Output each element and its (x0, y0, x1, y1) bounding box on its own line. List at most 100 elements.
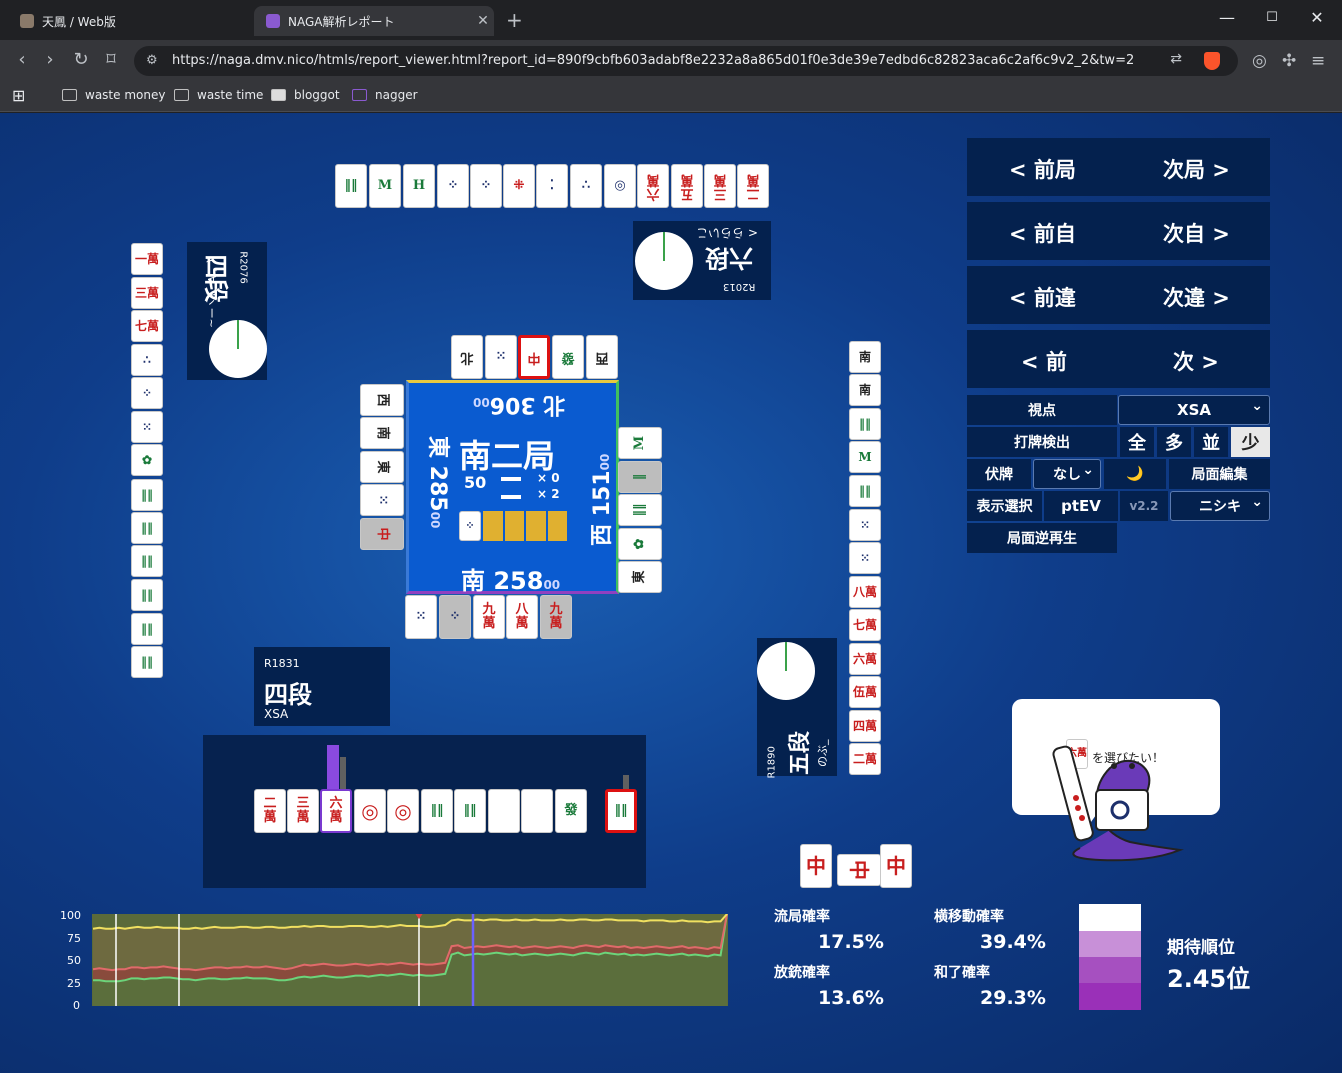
fusei-select[interactable]: なし (1033, 459, 1101, 489)
tile: ⁙ (360, 484, 404, 516)
next-round-button[interactable]: 次局 > (1163, 154, 1230, 184)
dora-indicator-tile: ⁘ (459, 511, 481, 541)
ptev-button[interactable]: ptEV (1044, 491, 1118, 521)
detect-normal-button[interactable]: 並 (1194, 427, 1228, 457)
wall-tile (547, 511, 567, 541)
rank-bar (1079, 957, 1141, 983)
reverse-play-button[interactable]: 局面逆再生 (967, 523, 1117, 553)
self-nav: < 前自 次自 > (967, 202, 1270, 260)
prev-self-button[interactable]: < 前自 (1009, 218, 1076, 248)
rank-distribution (1079, 904, 1141, 1010)
tenhou-favicon-icon (20, 14, 34, 28)
hand-tile[interactable]: ◎ (387, 789, 419, 833)
round-nav: < 前局 次局 > (967, 138, 1270, 196)
minimize-icon[interactable]: — (1212, 8, 1242, 27)
detect-all-button[interactable]: 全 (1120, 427, 1154, 457)
new-tab-button[interactable]: + (506, 8, 523, 32)
bookmark-waste-time[interactable]: waste time (174, 88, 263, 102)
close-window-icon[interactable]: ✕ (1302, 8, 1332, 27)
bloggot-icon (271, 89, 286, 101)
hand-tile[interactable]: 發 (555, 789, 587, 833)
tab-title: NAGA解析レポート (288, 14, 395, 29)
tile: 南 (849, 374, 881, 406)
tile: ✿ (131, 444, 163, 476)
url-text[interactable]: https://naga.dmv.nico/htmls/report_viewe… (172, 53, 1134, 68)
detect-many-button[interactable]: 多 (1157, 427, 1191, 457)
tile: ‖‖ (131, 613, 163, 645)
forward-icon[interactable]: › (38, 49, 62, 70)
brave-shield-icon[interactable] (1204, 52, 1220, 70)
drawn-tile[interactable]: ‖‖ (605, 789, 637, 833)
tile: ‖‖ (131, 579, 163, 611)
tile: 八萬 (849, 576, 881, 608)
naga-icon (352, 89, 367, 101)
hand-tile[interactable]: ‖‖ (454, 789, 486, 833)
prev-button[interactable]: < 前 (1021, 346, 1067, 376)
center-info-panel: 北 30600 南二局 50 × 0 × 2 ⁘ 南 25800 東 28500… (406, 380, 619, 595)
tile: ⁘ (470, 164, 502, 208)
top-player-pie (635, 232, 693, 290)
translate-icon[interactable]: ⇄ (1170, 51, 1182, 67)
bookmark-nagger[interactable]: nagger (352, 88, 418, 102)
next-self-button[interactable]: 次自 > (1163, 218, 1230, 248)
tile: ⁙ (849, 509, 881, 541)
viewpoint-select[interactable]: XSA (1118, 395, 1270, 425)
back-icon[interactable]: ‹ (10, 49, 34, 70)
tile: 伍萬 (849, 676, 881, 708)
player-rating: R2076 (237, 251, 249, 284)
close-tab-icon[interactable]: ✕ (472, 13, 494, 29)
player-name: XSA (264, 707, 289, 721)
tile: 發 (552, 335, 584, 379)
next-diff-button[interactable]: 次違 > (1163, 282, 1230, 312)
bookmark-waste-money[interactable]: waste money (62, 88, 165, 102)
reader-icon[interactable]: ◎ (1252, 51, 1267, 71)
model-select[interactable]: ニシキ (1170, 491, 1270, 521)
tile: 九萬 (540, 595, 572, 639)
address-bar[interactable]: ⚙ https://naga.dmv.nico/htmls/report_vie… (134, 46, 1238, 76)
probability-chart-plot[interactable] (92, 914, 728, 1006)
tile: ‖‖ (849, 408, 881, 440)
rank-label: 期待順位 (1167, 938, 1235, 958)
tile: 五萬 (671, 164, 703, 208)
hand-tile[interactable]: ◎ (354, 789, 386, 833)
tile: 九萬 (473, 595, 505, 639)
edit-board-button[interactable]: 局面編集 (1169, 459, 1270, 489)
meld-tile: 中 (880, 844, 912, 888)
tile: ⁙ (405, 595, 437, 639)
menu-icon[interactable]: ≡ (1311, 51, 1325, 71)
hand-tile[interactable]: 三萬 (287, 789, 319, 833)
extensions-icon[interactable]: ✣ (1282, 51, 1296, 71)
reload-icon[interactable]: ↻ (69, 49, 93, 70)
hand-tile[interactable]: ‖‖ (421, 789, 453, 833)
hand-tile-haku[interactable] (521, 789, 553, 833)
site-info-icon[interactable]: ⚙ (146, 53, 158, 68)
maximize-icon[interactable]: ☐ (1257, 10, 1287, 25)
bookmark-bloggot[interactable]: bloggot (271, 88, 340, 102)
houju-label: 放銃確率 (774, 965, 830, 981)
hand-tile-haku[interactable] (488, 789, 520, 833)
hand-tile-recommended[interactable]: 六萬 (320, 789, 352, 833)
tile: ◎ (604, 164, 636, 208)
south-score: 南 25800 (461, 567, 561, 595)
prev-round-button[interactable]: < 前局 (1009, 154, 1076, 184)
display-select-button[interactable]: 表示選択 (967, 491, 1042, 521)
yoko-value: 39.4% (980, 931, 1046, 953)
tile: ⁙ (849, 542, 881, 574)
hora-label: 和了確率 (934, 965, 990, 981)
detect-few-button[interactable]: 少 (1231, 427, 1270, 457)
apps-icon[interactable]: ⊞ (12, 86, 25, 105)
tile: ∴ (570, 164, 602, 208)
tab-naga[interactable]: NAGA解析レポート ✕ (254, 6, 494, 36)
west-score: 西 15100 (590, 453, 615, 546)
prev-diff-button[interactable]: < 前違 (1009, 282, 1076, 312)
hand-tile[interactable]: 二萬 (254, 789, 286, 833)
tab-tenhou[interactable]: 天鳳 / Web版 (8, 6, 248, 36)
player-rank: 五段 (788, 730, 813, 775)
moon-icon[interactable]: 🌙 (1104, 459, 1166, 489)
wall-tile (483, 511, 503, 541)
rank-bar (1079, 904, 1141, 931)
hand-bar (327, 745, 339, 791)
ryukyoku-label: 流局確率 (774, 909, 830, 925)
next-button[interactable]: 次 > (1173, 346, 1219, 376)
bookmark-icon[interactable]: ⌑ (99, 49, 123, 70)
